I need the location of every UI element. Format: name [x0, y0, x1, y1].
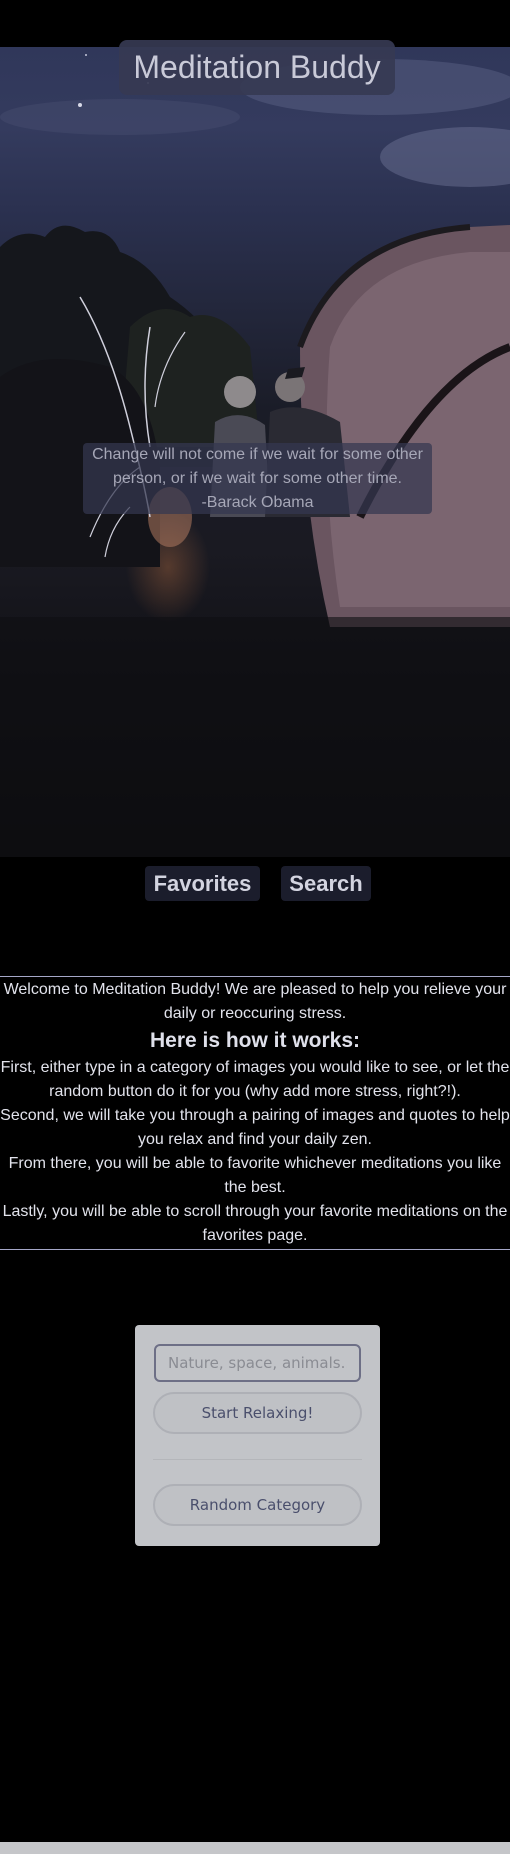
step-text: First, either type in a category of imag… — [0, 1059, 510, 1100]
quote-author: -Barack Obama — [201, 494, 314, 511]
search-button[interactable]: Search — [281, 866, 371, 901]
start-relaxing-button[interactable]: Start Relaxing! — [153, 1392, 362, 1434]
search-card: Start Relaxing! Random Category — [135, 1325, 380, 1546]
app-title: Meditation Buddy — [133, 49, 381, 85]
step-text: Lastly, you will be able to scroll throu… — [2, 1203, 508, 1244]
step-text: From there, you will be able to favorite… — [8, 1155, 502, 1196]
step-text: Second, we will take you through a pairi… — [0, 1107, 510, 1148]
horizontal-scrollbar[interactable] — [0, 1842, 510, 1854]
how-it-works-heading: Here is how it works: — [149, 1029, 361, 1052]
random-category-button[interactable]: Random Category — [153, 1484, 362, 1526]
welcome-text: Welcome to Meditation Buddy! We are plea… — [3, 981, 507, 1022]
card-divider — [153, 1459, 362, 1460]
instructions-section: Welcome to Meditation Buddy! We are plea… — [0, 976, 510, 1250]
favorites-button[interactable]: Favorites — [145, 866, 260, 901]
category-search-input[interactable] — [154, 1344, 361, 1382]
quote-text: Change will not come if we wait for some… — [92, 446, 423, 487]
app-title-box: Meditation Buddy — [119, 40, 395, 95]
quote-box: Change will not come if we wait for some… — [83, 443, 432, 514]
